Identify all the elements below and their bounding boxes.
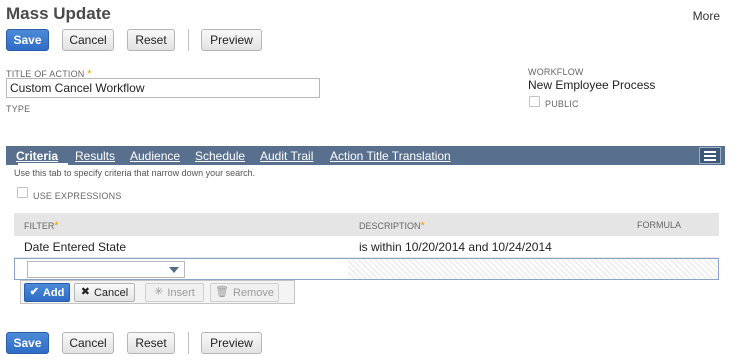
- title-of-action-input[interactable]: Custom Cancel Workflow: [6, 78, 320, 98]
- more-link[interactable]: More: [693, 9, 720, 23]
- column-header-formula: FORMULA: [637, 220, 682, 230]
- workflow-label: WORKFLOW: [528, 67, 584, 77]
- tab-action-title-translation[interactable]: Action Title Translation: [330, 149, 451, 163]
- new-criteria-row[interactable]: [14, 258, 719, 280]
- tab-results[interactable]: Results: [75, 149, 115, 163]
- toolbar-divider-bottom: [188, 332, 189, 354]
- x-icon: ✖: [80, 286, 90, 298]
- table-row[interactable]: Date Entered State is within 10/20/2014 …: [14, 236, 719, 258]
- use-expressions-label: USE EXPRESSIONS: [33, 191, 122, 201]
- page-title: Mass Update: [6, 4, 111, 23]
- tab-schedule[interactable]: Schedule: [195, 149, 245, 163]
- check-icon: ✔: [29, 286, 39, 298]
- save-button-bottom[interactable]: Save: [6, 332, 49, 354]
- criteria-hint: Use this tab to specify criteria that na…: [14, 168, 256, 178]
- public-label: PUBLIC: [545, 99, 579, 109]
- insert-icon: ✳: [154, 286, 164, 298]
- tab-audit-trail[interactable]: Audit Trail: [260, 149, 313, 163]
- row-edit-toolbar: ✔ Add ✖ Cancel ✳ Insert 🗑 Remove: [20, 280, 295, 304]
- cancel-row-button[interactable]: ✖ Cancel: [74, 283, 135, 302]
- chevron-down-icon[interactable]: [169, 267, 179, 273]
- cell-description: is within 10/20/2014 and 10/24/2014: [359, 240, 552, 254]
- column-header-filter: FILTER*: [24, 220, 59, 232]
- insert-row-button[interactable]: ✳ Insert: [145, 283, 204, 302]
- type-label: TYPE: [6, 104, 31, 114]
- grid-header: FILTER* DESCRIPTION* FORMULA: [14, 213, 719, 236]
- subtab-bar: Criteria Results Audience Schedule Audit…: [6, 146, 725, 165]
- trash-icon: 🗑: [215, 286, 229, 298]
- preview-button-bottom[interactable]: Preview: [201, 332, 262, 354]
- description-cell-empty[interactable]: [348, 259, 626, 279]
- tab-audience[interactable]: Audience: [130, 149, 180, 163]
- column-header-description: DESCRIPTION*: [359, 220, 425, 232]
- save-button-top[interactable]: Save: [6, 29, 49, 51]
- reset-button-top[interactable]: Reset: [127, 29, 175, 51]
- reset-button-bottom[interactable]: Reset: [127, 332, 175, 354]
- hamburger-icon[interactable]: [699, 147, 721, 164]
- filter-select[interactable]: [27, 261, 185, 278]
- add-row-button[interactable]: ✔ Add: [24, 283, 70, 302]
- cancel-button-top[interactable]: Cancel: [62, 29, 114, 51]
- preview-button-top[interactable]: Preview: [201, 29, 262, 51]
- workflow-value: New Employee Process: [528, 78, 656, 92]
- public-checkbox[interactable]: [529, 96, 540, 107]
- tab-criteria[interactable]: Criteria: [16, 149, 58, 163]
- toolbar-divider: [188, 29, 189, 51]
- active-tab-indicator: [18, 163, 68, 165]
- remove-row-button[interactable]: 🗑 Remove: [210, 283, 279, 302]
- formula-cell-empty[interactable]: [626, 259, 718, 279]
- use-expressions-checkbox[interactable]: [17, 187, 28, 198]
- cancel-button-bottom[interactable]: Cancel: [62, 332, 114, 354]
- cell-filter: Date Entered State: [24, 240, 127, 254]
